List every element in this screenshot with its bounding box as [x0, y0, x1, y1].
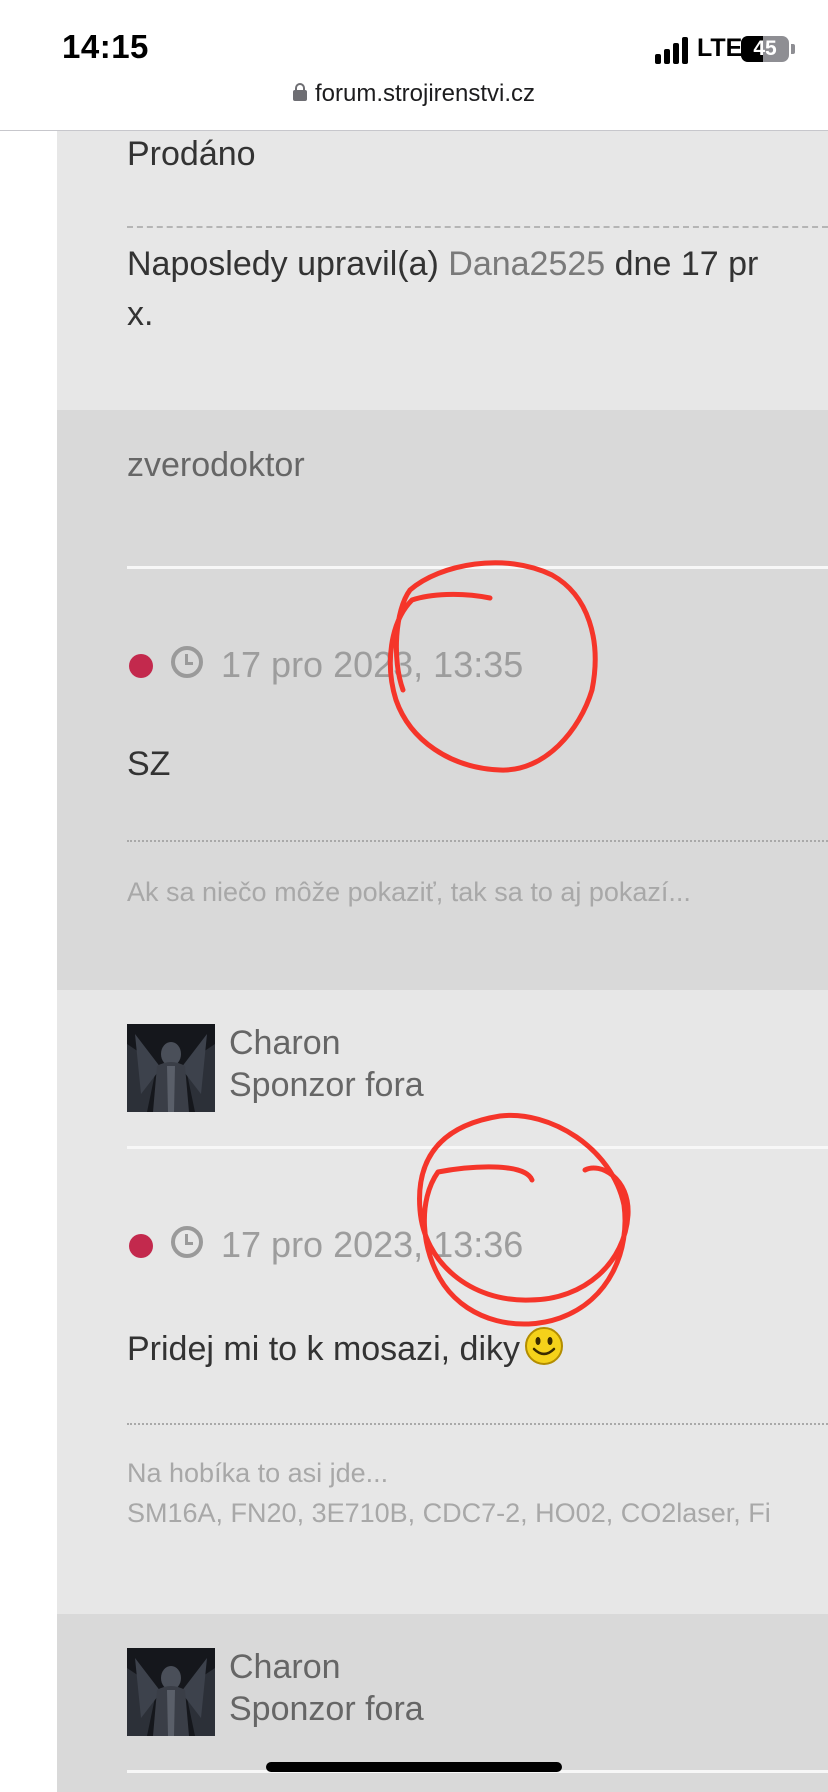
edit-note-line2: x. [127, 295, 154, 333]
edit-prefix: Naposledy upravil(a) [127, 245, 439, 283]
forum-post: zverodoktor 17 pro 2023, 13:35 SZ Ak sa … [57, 410, 828, 990]
edit-user-link[interactable]: Dana2525 [448, 245, 605, 283]
edit-note: Naposledy upravil(a) Dana2525 dne 17 pr [127, 245, 758, 284]
signal-strength-icon [655, 36, 689, 64]
post-author[interactable]: Charon [229, 1648, 341, 1687]
post-author[interactable]: zverodoktor [127, 446, 305, 485]
author-rank: Sponzor fora [229, 1066, 424, 1104]
unread-indicator [129, 1234, 153, 1258]
post-header-divider [127, 566, 828, 569]
forum-post: Charon Sponzor fora 17 pro 2023, 13:36 P… [57, 990, 828, 1614]
status-bar: 14:15 LTE 45 [0, 0, 828, 90]
status-time: 14:15 [62, 28, 149, 65]
battery-level: 45 [753, 37, 777, 60]
post-body: SZ [127, 745, 171, 783]
signature-divider [127, 840, 828, 842]
battery-tip [791, 44, 795, 54]
unread-indicator [129, 654, 153, 678]
signature-line-1: Na hobíka to asi jde... [127, 1458, 389, 1488]
post-author[interactable]: Charon [229, 1024, 341, 1063]
clock-icon [171, 1226, 203, 1258]
post-datetime[interactable]: 17 pro 2023, 13:36 [221, 1224, 523, 1266]
signature-divider [127, 1423, 828, 1425]
post-header-divider [127, 1146, 828, 1149]
home-indicator[interactable] [266, 1762, 562, 1772]
author-rank: Sponzor fora [229, 1690, 424, 1728]
clock-icon [171, 646, 203, 678]
network-type: LTE [697, 34, 743, 62]
post-body: Prodáno [127, 135, 256, 173]
post-divider [127, 226, 828, 228]
post-body-wrap: Pridej mi to k mosazi, diky [127, 1326, 564, 1369]
lock-icon [292, 83, 307, 101]
smiley-icon [524, 1326, 564, 1366]
signature-line-2: SM16A, FN20, 3E710B, CDC7-2, HO02, CO2la… [127, 1498, 771, 1528]
edit-suffix: dne 17 pr [614, 245, 759, 283]
post-body: Pridej mi to k mosazi, diky [127, 1330, 520, 1368]
avatar-image [127, 1024, 215, 1112]
address-bar[interactable]: forum.strojirenstvi.cz [0, 80, 828, 130]
battery-icon: 45 [741, 36, 789, 62]
avatar[interactable] [127, 1648, 215, 1736]
post-signature: Ak sa niečo môže pokaziť, tak sa to aj p… [127, 877, 691, 907]
url-text: forum.strojirenstvi.cz [314, 80, 536, 107]
post-datetime[interactable]: 17 pro 2023, 13:35 [221, 644, 523, 686]
forum-page: Prodáno Naposledy upravil(a) Dana2525 dn… [0, 131, 828, 1792]
avatar[interactable] [127, 1024, 215, 1112]
avatar-image [127, 1648, 215, 1736]
